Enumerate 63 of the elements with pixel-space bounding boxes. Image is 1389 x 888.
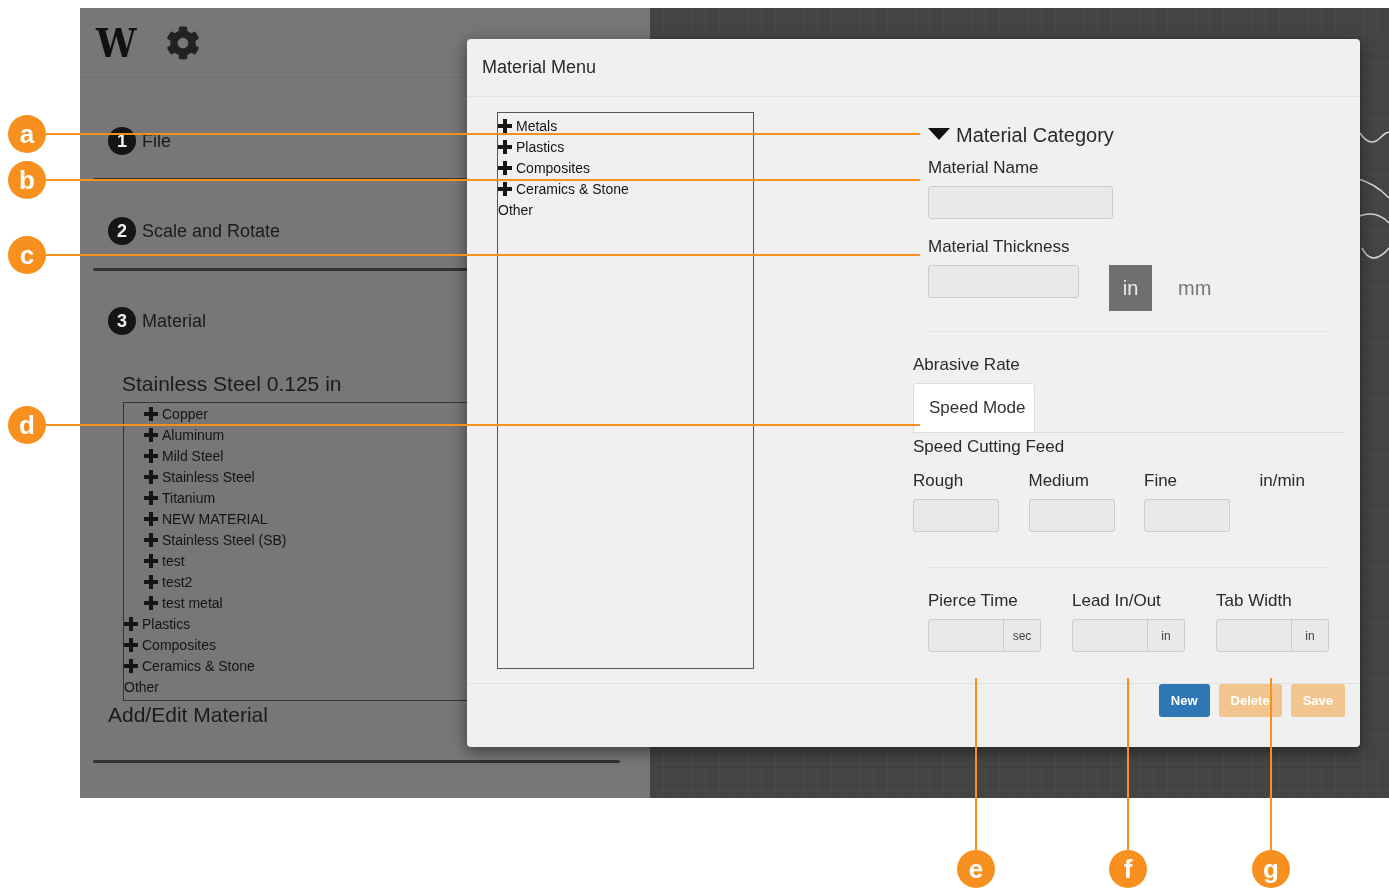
plus-icon[interactable]: [498, 118, 512, 133]
input-field[interactable]: in: [1216, 619, 1329, 652]
tree-item[interactable]: Composites: [516, 159, 590, 176]
tree-item[interactable]: Ceramics & Stone: [516, 180, 629, 197]
callout-badge: b: [8, 161, 46, 199]
field-label: Material Name: [928, 158, 1040, 178]
tree-item[interactable]: Metals: [516, 117, 558, 134]
tree-item[interactable]: Aluminum: [162, 426, 225, 443]
field-label: Fine: [1144, 471, 1179, 491]
field-label: Rough: [913, 471, 965, 491]
caret-icon[interactable]: [928, 128, 950, 142]
input-field[interactable]: [1144, 499, 1230, 532]
tree-item[interactable]: test: [162, 552, 185, 569]
input-field[interactable]: in: [1072, 619, 1185, 652]
callout-badge: e: [957, 850, 995, 888]
tree-item[interactable]: Plastics: [516, 138, 565, 155]
tree-item[interactable]: NEW MATERIAL: [162, 510, 268, 527]
callout-badge: g: [1252, 850, 1290, 888]
callout-badge: d: [8, 406, 46, 444]
mode-tab[interactable]: Speed Mode: [913, 383, 1035, 432]
callout-badge: c: [8, 236, 46, 274]
unit-label: in/min: [1259, 471, 1306, 491]
tree-item[interactable]: Other: [498, 201, 533, 218]
input-field[interactable]: sec: [928, 619, 1041, 652]
tree-item[interactable]: Copper: [162, 405, 208, 422]
step-number: 3: [108, 307, 136, 335]
section-label: Abrasive Rate: [913, 355, 1021, 375]
section-title[interactable]: Material Category: [956, 123, 1114, 147]
tree-item[interactable]: Mild Steel: [162, 447, 224, 464]
tree-item[interactable]: Other: [124, 678, 159, 695]
field-label: Tab Width: [1216, 591, 1293, 611]
unit-toggle[interactable]: mm: [1172, 265, 1215, 311]
callout-badge: f: [1109, 850, 1147, 888]
tree-item[interactable]: test metal: [162, 594, 223, 611]
input-field[interactable]: [928, 186, 1113, 219]
field-label: Pierce Time: [928, 591, 1019, 611]
field-label: Medium: [1028, 471, 1090, 491]
callout-badge: a: [8, 115, 46, 153]
plus-icon[interactable]: [498, 160, 512, 175]
plus-icon[interactable]: [498, 139, 512, 154]
settings-icon[interactable]: [165, 25, 200, 60]
tree-item[interactable]: Stainless Steel (SB): [162, 531, 287, 548]
section-label: Speed Cutting Feed: [913, 437, 1066, 457]
unit-toggle[interactable]: in: [1109, 265, 1152, 311]
tree-item[interactable]: Ceramics & Stone: [142, 657, 255, 674]
current-material: Stainless Steel 0.125 in: [122, 372, 343, 396]
dialog-title: Material Menu: [482, 57, 597, 78]
action-button[interactable]: New: [1158, 684, 1210, 717]
input-field[interactable]: [1028, 499, 1115, 532]
input-field[interactable]: [928, 265, 1079, 298]
step-number: 2: [108, 217, 136, 245]
step-title[interactable]: Material: [142, 310, 207, 332]
field-label: Lead In/Out: [1072, 591, 1162, 611]
tree-item[interactable]: Composites: [142, 636, 216, 653]
field-label: Material Thickness: [928, 237, 1071, 257]
tree-item[interactable]: Titanium: [162, 489, 216, 506]
step-title[interactable]: Scale and Rotate: [142, 220, 281, 242]
plus-icon[interactable]: [498, 181, 512, 196]
input-field[interactable]: [913, 499, 999, 532]
tree-item[interactable]: test2: [162, 573, 193, 590]
tree-item[interactable]: Plastics: [142, 615, 191, 632]
tree-item[interactable]: Stainless Steel: [162, 468, 255, 485]
logo: W: [96, 19, 134, 66]
